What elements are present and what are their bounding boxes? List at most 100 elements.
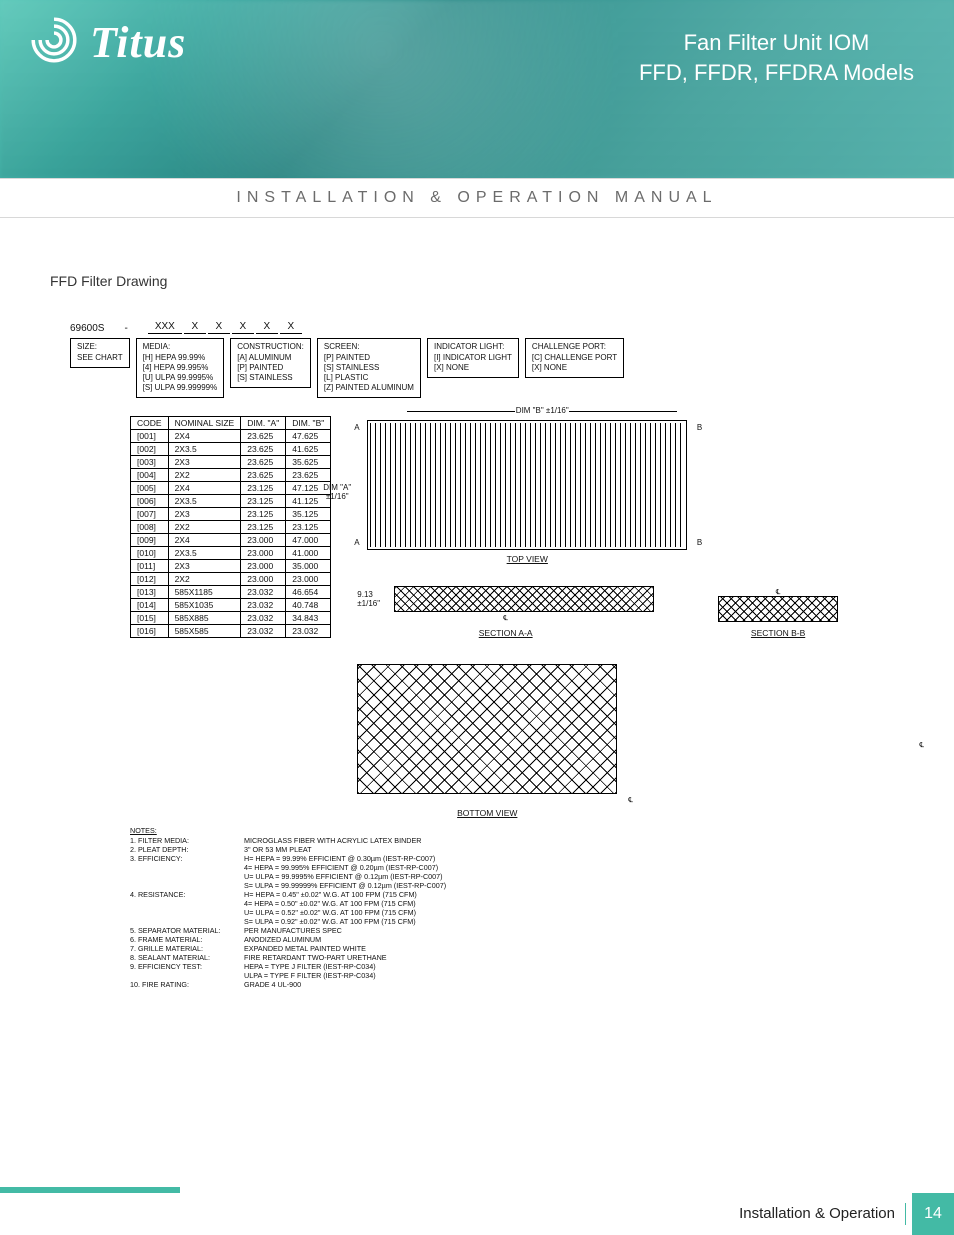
sub-header: INSTALLATION & OPERATION MANUAL xyxy=(0,178,954,218)
table-cell: 2X4 xyxy=(168,534,241,547)
table-cell: [012] xyxy=(131,573,169,586)
table-row: [004]2X223.62523.625 xyxy=(131,469,331,482)
decode-option: [P] PAINTED xyxy=(324,353,414,363)
note-line: 4= HEPA = 99.995% EFFICIENT @ 0.20µm (IE… xyxy=(130,863,450,872)
section-height-dim: 9.13±1/16" xyxy=(357,590,380,608)
decode-construction: CONSTRUCTION: [A] ALUMINUM[P] PAINTED[S]… xyxy=(230,338,311,388)
dim-b-label: DIM "B" ±1/16" xyxy=(407,406,677,415)
table-cell: 40.748 xyxy=(286,599,331,612)
table-row: [012]2X223.00023.000 xyxy=(131,573,331,586)
centerline-right: ℄ xyxy=(920,741,925,749)
top-view-wrap: DIM "B" ±1/16" A A B B DIM "A"±1/16" TOP… xyxy=(367,420,687,564)
mark-a-top: A xyxy=(354,423,359,432)
footer-text: Installation & Operation xyxy=(739,1203,906,1225)
decode-option: [S] STAINLESS xyxy=(324,363,414,373)
table-row: [001]2X423.62547.625 xyxy=(131,430,331,443)
pn-slot: X xyxy=(184,321,206,334)
table-row: [008]2X223.12523.125 xyxy=(131,521,331,534)
note-line: 3. EFFICIENCY:H= HEPA = 99.99% EFFICIENT… xyxy=(130,854,450,863)
table-cell: 23.032 xyxy=(241,599,286,612)
table-cell: 47.625 xyxy=(286,430,331,443)
table-cell: 35.625 xyxy=(286,456,331,469)
note-line: 9. EFFICIENCY TEST:HEPA = TYPE J FILTER … xyxy=(130,962,450,971)
note-line: S= ULPA = 0.92" ±0.02" W.G. AT 100 FPM (… xyxy=(130,917,450,926)
table-cell: [016] xyxy=(131,625,169,638)
decode-option: [C] CHALLENGE PORT xyxy=(532,353,617,363)
table-row: [005]2X423.12547.125 xyxy=(131,482,331,495)
table-cell: [005] xyxy=(131,482,169,495)
table-cell: 23.125 xyxy=(241,495,286,508)
section-aa-caption: SECTION A-A xyxy=(357,628,654,638)
top-view-caption: TOP VIEW xyxy=(367,554,687,564)
note-line: 6. FRAME MATERIAL:ANODIZED ALUMINUM xyxy=(130,935,450,944)
table-cell: [010] xyxy=(131,547,169,560)
table-row: [006]2X3.523.12541.125 xyxy=(131,495,331,508)
decode-option: [S] ULPA 99.99999% xyxy=(143,383,218,393)
pn-slot: X xyxy=(208,321,230,334)
section-heading: FFD Filter Drawing xyxy=(50,273,904,289)
decode-media: MEDIA: [H] HEPA 99.99%[4] HEPA 99.995%[U… xyxy=(136,338,225,398)
decode-option: [P] PAINTED xyxy=(237,363,304,373)
table-cell: 23.625 xyxy=(286,469,331,482)
table-cell: 23.000 xyxy=(241,547,286,560)
table-cell: 23.625 xyxy=(241,469,286,482)
footer-accent xyxy=(0,1187,180,1193)
table-row: [002]2X3.523.62541.625 xyxy=(131,443,331,456)
mark-a-bottom: A xyxy=(354,538,359,547)
main-row: CODENOMINAL SIZEDIM. "A"DIM. "B"[001]2X4… xyxy=(130,416,904,818)
centerline-bottom: ℄ xyxy=(357,796,904,804)
note-line: S= ULPA = 99.99999% EFFICIENT @ 0.12µm (… xyxy=(130,881,450,890)
table-cell: [008] xyxy=(131,521,169,534)
doc-title: Fan Filter Unit IOM FFD, FFDR, FFDRA Mod… xyxy=(639,28,914,87)
page-content: FFD Filter Drawing 69600S - XXXXXXXX SIZ… xyxy=(0,218,954,989)
table-cell: 23.625 xyxy=(241,430,286,443)
decode-screen: SCREEN: [P] PAINTED[S] STAINLESS[L] PLAS… xyxy=(317,338,421,398)
table-cell: 2X4 xyxy=(168,430,241,443)
table-cell: 2X3 xyxy=(168,508,241,521)
centerline-bb-top: ℄ xyxy=(718,588,838,596)
table-header: DIM. "B" xyxy=(286,417,331,430)
note-line: 5. SEPARATOR MATERIAL:PER MANUFACTURES S… xyxy=(130,926,450,935)
mark-b-bottom: B xyxy=(697,538,702,547)
page-number: 14 xyxy=(912,1193,954,1235)
table-cell: 585X1035 xyxy=(168,599,241,612)
note-line: 8. SEALANT MATERIAL:FIRE RETARDANT TWO-P… xyxy=(130,953,450,962)
notes-title: NOTES: xyxy=(130,826,450,835)
table-row: [011]2X323.00035.000 xyxy=(131,560,331,573)
table-cell: 23.125 xyxy=(286,521,331,534)
pn-slot: X xyxy=(232,321,254,334)
decode-boxes: SIZE: SEE CHART MEDIA: [H] HEPA 99.99%[4… xyxy=(70,338,904,398)
table-row: [016]585X58523.03223.032 xyxy=(131,625,331,638)
decode-option: [I] INDICATOR LIGHT xyxy=(434,353,512,363)
table-cell: 23.000 xyxy=(241,560,286,573)
decode-option: [U] ULPA 99.9995% xyxy=(143,373,218,383)
decode-challenge: CHALLENGE PORT: [C] CHALLENGE PORT[X] NO… xyxy=(525,338,624,378)
note-line: 4= HEPA = 0.50" ±0.02" W.G. AT 100 FPM (… xyxy=(130,899,450,908)
table-cell: 2X3 xyxy=(168,456,241,469)
table-row: [015]585X88523.03234.843 xyxy=(131,612,331,625)
table-row: [009]2X423.00047.000 xyxy=(131,534,331,547)
top-view-icon: A A B B xyxy=(367,420,687,550)
decode-option: [4] HEPA 99.995% xyxy=(143,363,218,373)
table-cell: [006] xyxy=(131,495,169,508)
pn-slot: XXX xyxy=(148,321,182,334)
table-cell: 2X2 xyxy=(168,573,241,586)
header-banner: Titus Fan Filter Unit IOM FFD, FFDR, FFD… xyxy=(0,0,954,178)
part-number-line: 69600S - XXXXXXXX xyxy=(70,321,904,334)
table-cell: 23.125 xyxy=(241,521,286,534)
table-cell: 23.000 xyxy=(241,573,286,586)
table-header: DIM. "A" xyxy=(241,417,286,430)
note-line: ULPA = TYPE F FILTER (IEST-RP-C034) xyxy=(130,971,450,980)
centerline-aa: ℄ xyxy=(357,614,654,622)
table-cell: [014] xyxy=(131,599,169,612)
table-cell: 23.625 xyxy=(241,443,286,456)
table-cell: 23.032 xyxy=(241,612,286,625)
table-cell: 41.625 xyxy=(286,443,331,456)
table-cell: [002] xyxy=(131,443,169,456)
table-cell: [011] xyxy=(131,560,169,573)
table-cell: 41.000 xyxy=(286,547,331,560)
table-cell: 23.625 xyxy=(241,456,286,469)
decode-option: [A] ALUMINUM xyxy=(237,353,304,363)
table-cell: 23.000 xyxy=(286,573,331,586)
note-line: 4. RESISTANCE:H= HEPA = 0.45" ±0.02" W.G… xyxy=(130,890,450,899)
